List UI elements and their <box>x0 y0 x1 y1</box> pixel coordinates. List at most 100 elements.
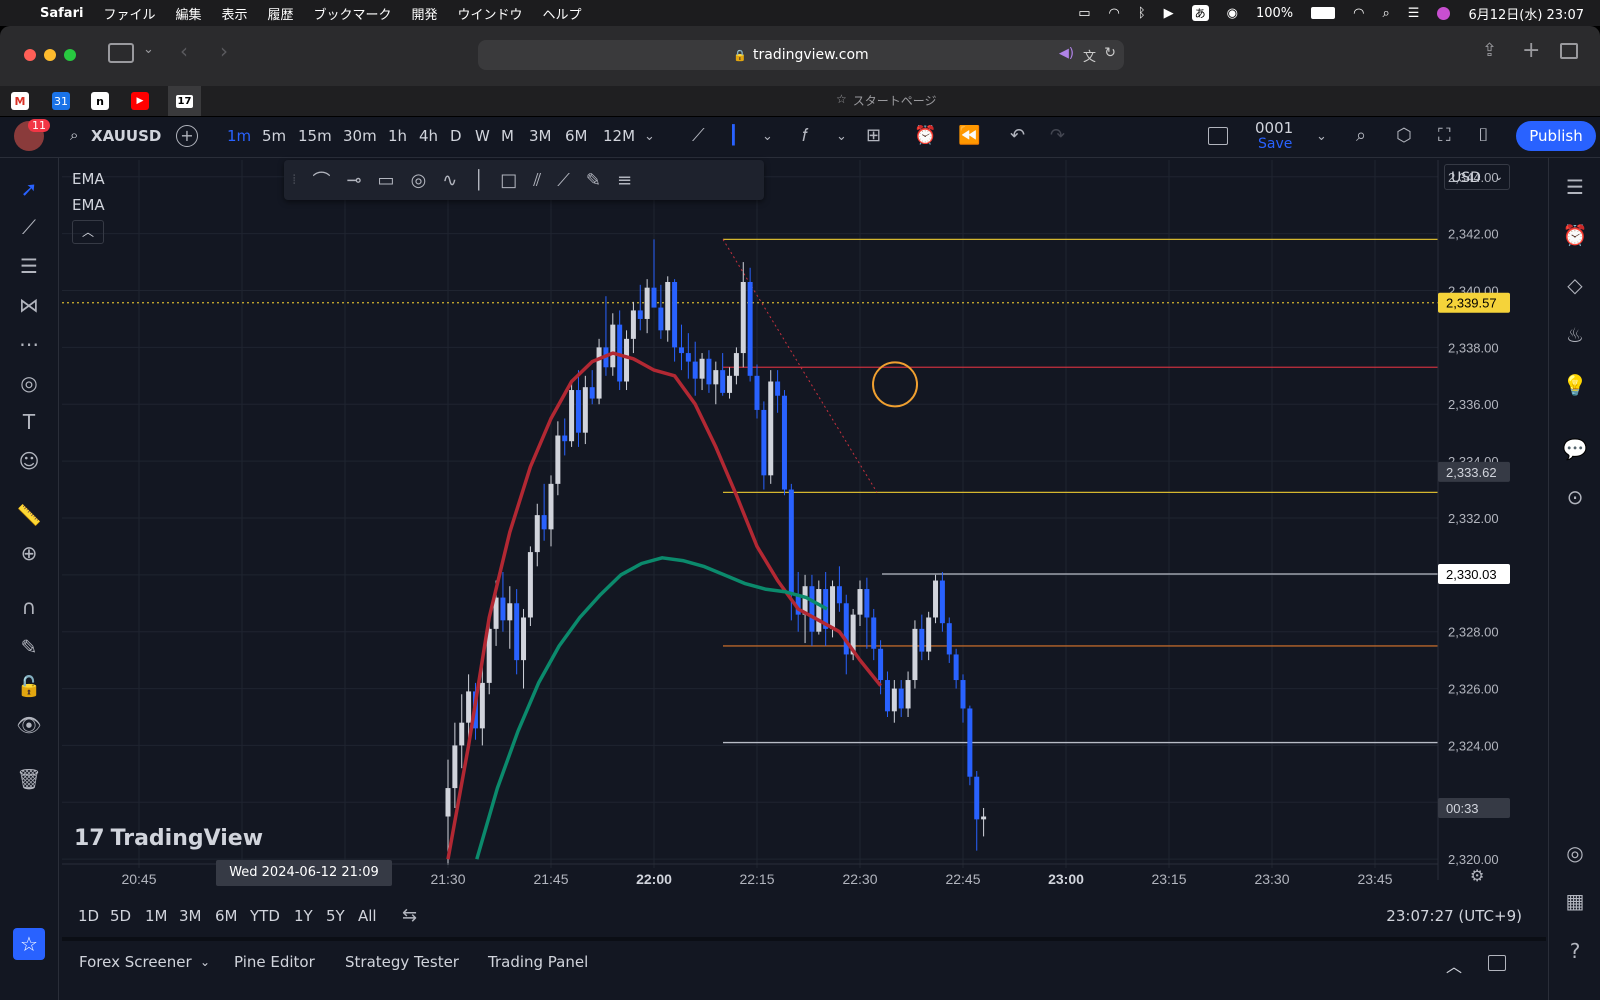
candle-body[interactable] <box>878 648 884 681</box>
chevron-down-icon[interactable]: ⌄ <box>143 42 154 57</box>
menu-window[interactable]: ウインドウ <box>458 4 523 23</box>
candle-body[interactable] <box>864 589 870 618</box>
layout-name[interactable]: 0001 <box>1255 119 1293 137</box>
candle-body[interactable] <box>843 603 849 655</box>
curve-tool-icon[interactable]: ⌒ <box>312 167 330 193</box>
trend-line-icon[interactable]: ⟋ <box>14 212 44 242</box>
reload-icon[interactable]: ↻ <box>1104 45 1116 61</box>
candle-body[interactable] <box>857 589 863 615</box>
exchange-clock[interactable]: 23:07:27 (UTC+9) <box>1386 907 1522 925</box>
candle-body[interactable] <box>665 281 671 331</box>
calendar-icon[interactable]: ▦ <box>1560 886 1590 916</box>
candle-body[interactable] <box>912 628 918 681</box>
address-bar[interactable]: 🔒 tradingview.com ◀) 文 ↻ <box>478 40 1124 70</box>
timeframe-5m[interactable]: 5m <box>262 127 286 145</box>
pattern-icon[interactable]: ⋈ <box>14 290 44 320</box>
candle-body[interactable] <box>747 281 753 376</box>
candle-body[interactable] <box>452 745 458 789</box>
headphones-icon[interactable]: ◠ <box>1108 6 1119 21</box>
candle-body[interactable] <box>960 680 966 709</box>
candle-body[interactable] <box>891 688 897 712</box>
candle-body[interactable] <box>720 370 726 393</box>
candle-body[interactable] <box>514 603 520 661</box>
menu-app-name[interactable]: Safari <box>40 6 83 21</box>
window-close-button[interactable] <box>24 49 36 61</box>
candle-body[interactable] <box>479 682 485 729</box>
quick-search-icon[interactable]: ⌕ <box>1356 125 1366 146</box>
forward-button[interactable]: › <box>220 39 228 63</box>
candle-body[interactable] <box>733 353 739 376</box>
control-center-icon[interactable]: ☰ <box>1408 6 1420 21</box>
range-5d[interactable]: 5D <box>110 907 131 925</box>
hotlists-fire-icon[interactable]: ♨ <box>1560 320 1590 350</box>
gmail-favicon-icon[interactable]: M <box>11 92 29 110</box>
window-minimize-button[interactable] <box>44 49 56 61</box>
candle-body[interactable] <box>685 353 691 362</box>
fullscreen-icon[interactable]: ⛶ <box>1438 125 1451 146</box>
range-5y[interactable]: 5Y <box>326 907 345 925</box>
candle-body[interactable] <box>466 691 472 723</box>
candle-body[interactable] <box>926 617 932 652</box>
streams-icon[interactable]: ⊙ <box>1560 482 1590 512</box>
candle-body[interactable] <box>548 483 554 530</box>
remove-trash-icon[interactable]: 🗑 <box>14 764 44 794</box>
save-button[interactable]: Save <box>1258 136 1292 152</box>
audio-icon[interactable]: ◀) <box>1059 46 1074 61</box>
candle-body[interactable] <box>596 347 602 399</box>
candle-body[interactable] <box>637 310 643 319</box>
panel-maximize-icon[interactable] <box>1488 955 1506 971</box>
candle-body[interactable] <box>534 515 540 553</box>
candle-body[interactable] <box>713 370 719 385</box>
range-3m[interactable]: 3M <box>179 907 202 925</box>
settings-gear-icon[interactable]: ⬡ <box>1396 125 1412 146</box>
chart-area[interactable]: 2,344.00 2,342.00 2,340.00 2,338.00 2,336.00… <box>62 160 1546 1000</box>
fib-retracement-icon[interactable]: ☰ <box>14 251 44 281</box>
timeframe-w[interactable]: W <box>475 127 490 145</box>
publish-button[interactable]: Publish <box>1516 121 1596 151</box>
candle-body[interactable] <box>871 617 877 649</box>
candle-body[interactable] <box>754 375 760 410</box>
candle-body[interactable] <box>974 776 980 820</box>
candle-body[interactable] <box>589 387 595 399</box>
favorites-star-icon[interactable]: ☆ <box>13 928 45 960</box>
screener-chevron-down-icon[interactable]: ⌄ <box>200 955 210 969</box>
candle-body[interactable] <box>541 515 547 530</box>
legend-ema-2[interactable]: EMA <box>72 196 105 214</box>
replay-icon[interactable]: ⏪ <box>958 125 980 146</box>
cursor-icon[interactable]: ➚ <box>14 174 44 204</box>
siri-icon[interactable] <box>1437 6 1451 20</box>
timeframe-1m[interactable]: 1m <box>227 127 251 145</box>
ime-indicator[interactable]: あ <box>1191 5 1209 21</box>
candle-body[interactable] <box>692 361 698 379</box>
range-6m[interactable]: 6M <box>215 907 238 925</box>
templates-grid-icon[interactable]: ⊞ <box>866 125 881 146</box>
pen-tool-icon[interactable]: ✎ <box>586 170 601 191</box>
circle-tool-icon[interactable]: ◎ <box>411 170 427 191</box>
currency-select[interactable]: USD ⌄ <box>1444 164 1510 190</box>
timeframe-d[interactable]: D <box>450 127 462 145</box>
legend-collapse-chevron-up-icon[interactable]: ︿ <box>72 220 104 244</box>
ideas-bulb-icon[interactable]: 💡 <box>1560 370 1590 400</box>
chart-type-chevron-down-icon[interactable]: ⌄ <box>762 129 773 144</box>
range-1d[interactable]: 1D <box>78 907 99 925</box>
candle-body[interactable] <box>768 381 774 476</box>
lock-drawings-icon[interactable]: 🔓 <box>14 671 44 701</box>
menubar-clock[interactable]: 6月12日(水) 23:07 <box>1468 4 1584 23</box>
compare-symbol-button[interactable]: + <box>176 125 198 147</box>
candle-body[interactable] <box>624 338 630 382</box>
tradingview-tab[interactable]: 17 <box>168 86 201 116</box>
snapshot-camera-icon[interactable]: ⌷ <box>1478 125 1489 146</box>
line-chart-icon[interactable]: ⟋ <box>692 125 705 146</box>
indicators-icon[interactable]: 𝑓 <box>802 125 808 146</box>
range-all[interactable]: All <box>358 907 377 925</box>
forecast-icon[interactable]: ⋯ <box>14 329 44 359</box>
candle-body[interactable] <box>981 816 987 820</box>
timeframe-m[interactable]: M <box>501 127 514 145</box>
help-icon[interactable]: ? <box>1560 936 1590 966</box>
timeframe-15m[interactable]: 15m <box>298 127 332 145</box>
layout-square-icon[interactable] <box>1208 127 1228 145</box>
candle-body[interactable] <box>781 395 787 490</box>
symbol-name[interactable]: XAUUSD <box>91 127 161 145</box>
candle-body[interactable] <box>967 708 973 777</box>
drag-handle-icon[interactable]: ⁞ <box>292 172 296 188</box>
